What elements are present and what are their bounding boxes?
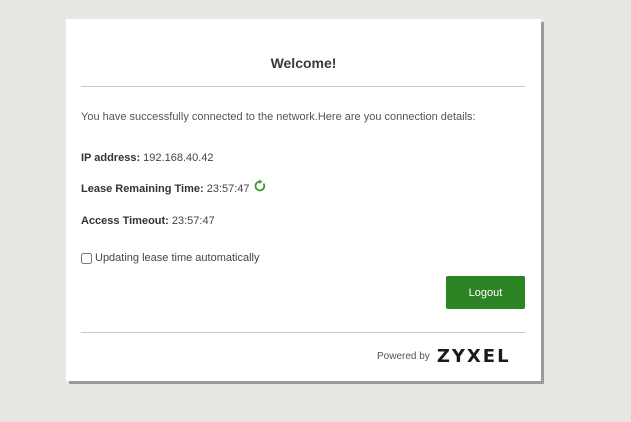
- footer-divider: [81, 332, 525, 333]
- header-divider: [81, 86, 525, 87]
- ip-address-row: IP address: 192.168.40.42: [81, 152, 214, 164]
- page-title: Welcome!: [270, 55, 337, 71]
- powered-by: Powered by ZYXEL: [377, 346, 511, 367]
- logout-button[interactable]: Logout: [446, 276, 525, 309]
- powered-by-text: Powered by: [377, 351, 430, 362]
- lease-remaining-label: Lease Remaining Time:: [81, 183, 204, 195]
- intro-text: You have successfully connected to the n…: [81, 111, 476, 123]
- refresh-icon[interactable]: [253, 179, 267, 193]
- zyxel-logo: ZYXEL: [436, 346, 511, 367]
- access-timeout-value: 23:57:47: [171, 215, 215, 227]
- ip-address-value: 192.168.40.42: [143, 152, 214, 164]
- auto-update-label: Updating lease time automatically: [95, 252, 260, 264]
- auto-update-checkbox[interactable]: [81, 252, 92, 264]
- access-timeout-row: Access Timeout: 23:57:47: [81, 215, 215, 227]
- welcome-card: Welcome! You have successfully connected…: [66, 19, 541, 381]
- lease-remaining-value: 23:57:47: [206, 183, 250, 195]
- ip-address-label: IP address:: [81, 152, 141, 164]
- auto-update-option[interactable]: Updating lease time automatically: [81, 252, 259, 264]
- access-timeout-label: Access Timeout:: [81, 215, 169, 227]
- lease-remaining-row: Lease Remaining Time: 23:57:47: [81, 183, 250, 195]
